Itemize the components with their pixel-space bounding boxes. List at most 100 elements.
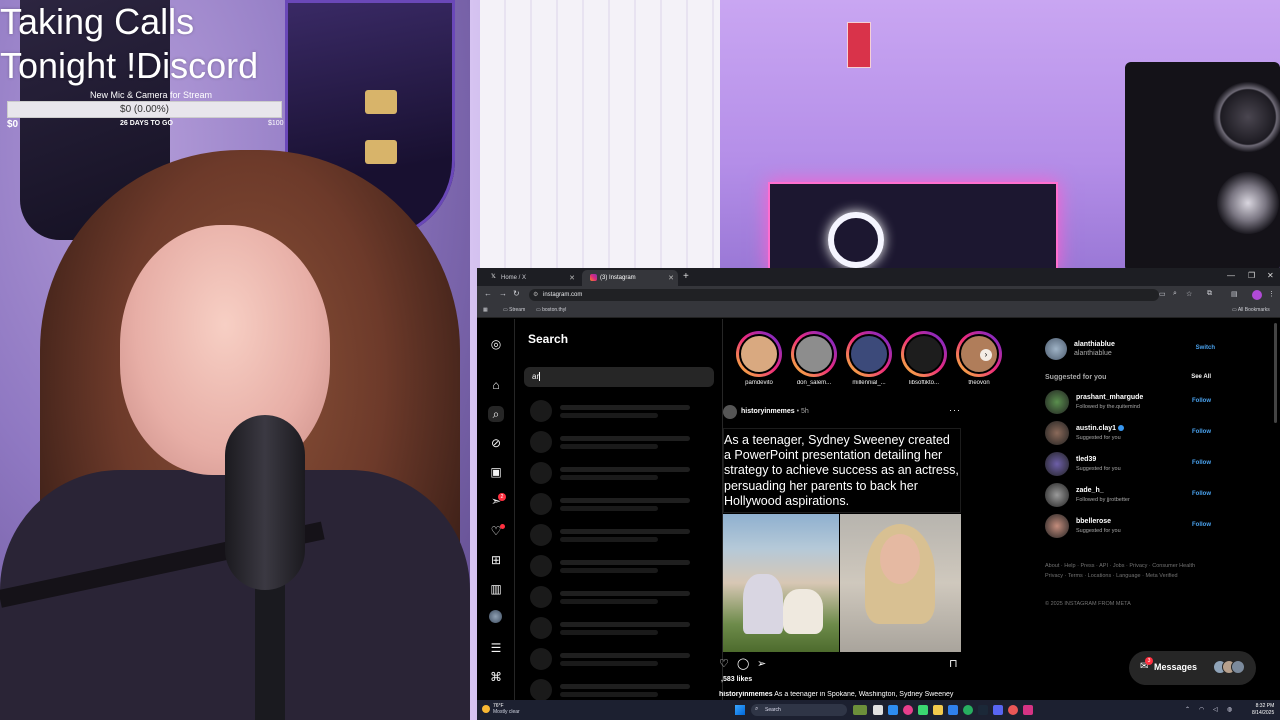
back-icon[interactable]: ← [484, 289, 492, 298]
taskbar-app-widget-icon[interactable] [853, 705, 867, 715]
follow-button[interactable]: Follow [1192, 522, 1211, 528]
story-item[interactable]: theovon [951, 331, 1002, 391]
search-query: ar [532, 372, 540, 381]
suggested-avatar[interactable] [1045, 483, 1069, 507]
tray-network-icon[interactable]: ◠ [1199, 706, 1204, 713]
post-likes[interactable]: ,583 likes [721, 676, 752, 683]
threads-icon[interactable]: ⌘ [488, 669, 504, 685]
taskbar-file-explorer-icon[interactable] [933, 705, 943, 715]
zoom-icon[interactable]: ⌕ [1173, 290, 1177, 298]
account-avatar[interactable] [1045, 338, 1067, 360]
explore-icon[interactable]: ⊘ [488, 435, 504, 451]
search-input[interactable]: ar [524, 367, 714, 387]
reload-icon[interactable]: ↻ [513, 289, 520, 298]
suggested-username[interactable]: prashant_mhargude [1076, 394, 1143, 401]
bookmark-folder-boston[interactable]: ▭ boston.thyl [536, 307, 566, 313]
menu-icon[interactable]: ☰ [488, 640, 504, 656]
taskbar-app-icon[interactable] [903, 705, 913, 715]
story-item[interactable]: pamdevito [731, 331, 782, 391]
suggested-avatar[interactable] [1045, 421, 1069, 445]
restore-icon[interactable]: ❐ [1248, 271, 1255, 280]
post-author[interactable]: historyinmemes • 5h [741, 408, 809, 415]
taskbar-task-view-icon[interactable] [873, 705, 883, 715]
follow-button[interactable]: Follow [1192, 460, 1211, 466]
see-all-link[interactable]: See All [1191, 374, 1211, 380]
taskbar-chrome-icon[interactable] [963, 705, 973, 715]
suggested-username[interactable]: austin.clay1 [1076, 425, 1125, 432]
taskbar-clock[interactable]: 8:32 PM 8/14/2025 [1252, 703, 1274, 717]
stories-next-icon[interactable]: › [980, 349, 992, 361]
apps-grid-icon[interactable]: ▦ [483, 307, 488, 313]
windows-start-icon[interactable] [735, 705, 745, 715]
post-header: historyinmemes • 5h ··· [723, 405, 961, 423]
close-window-icon[interactable]: ✕ [1267, 271, 1274, 280]
share-icon[interactable]: ➢ [757, 657, 766, 670]
suggested-username[interactable]: tled39 [1076, 456, 1096, 463]
home-icon[interactable]: ⌂ [488, 377, 504, 393]
suggested-avatar[interactable] [1045, 514, 1069, 538]
tray-app-icon[interactable]: ◍ [1227, 706, 1232, 713]
taskbar-app-icon[interactable] [948, 705, 958, 715]
forward-icon[interactable]: → [499, 289, 507, 298]
dashboard-icon[interactable]: ▥ [488, 581, 504, 597]
story-item[interactable]: don_salem... [786, 331, 837, 391]
save-post-icon[interactable]: ⊓ [949, 657, 958, 670]
tab-instagram[interactable]: (3) Instagram ✕ [582, 270, 678, 286]
profile-avatar[interactable] [1252, 290, 1262, 300]
suggested-avatar[interactable] [1045, 390, 1069, 414]
page-scrollbar[interactable] [1274, 323, 1277, 423]
follow-button[interactable]: Follow [1192, 398, 1211, 404]
bookmark-star-icon[interactable]: ☆ [1186, 290, 1192, 298]
all-bookmarks[interactable]: ▭ All Bookmarks [1232, 307, 1270, 313]
follow-button[interactable]: Follow [1192, 491, 1211, 497]
story-item[interactable]: libsoftikto... [896, 331, 947, 391]
messages-button[interactable]: ✉ 3 Messages [1129, 651, 1256, 685]
menu-kebab-icon[interactable]: ⋮ [1268, 290, 1275, 298]
create-icon[interactable]: ⊞ [488, 552, 504, 568]
sidepanel-icon[interactable]: ▤ [1231, 290, 1238, 298]
profile-icon[interactable] [489, 610, 502, 623]
messages-badge: 3 [1145, 657, 1153, 665]
weather-icon [482, 705, 490, 713]
tab-x[interactable]: 𝕏 Home / X ✕ [483, 270, 579, 286]
cast-icon[interactable]: ▭ [1159, 290, 1166, 298]
like-icon[interactable]: ♡ [719, 657, 729, 670]
taskbar-app-icon[interactable] [1023, 705, 1033, 715]
bookmark-folder-stream[interactable]: ▭ Stream [503, 307, 525, 313]
search-result-placeholder [530, 462, 710, 484]
instagram-logo-icon[interactable]: ◎ [488, 336, 504, 352]
site-info-icon[interactable]: ⚙ [533, 291, 538, 298]
url-text: instagram.com [543, 292, 583, 298]
post-author-avatar[interactable] [723, 405, 737, 419]
switch-account-button[interactable]: Switch [1196, 345, 1215, 351]
overlay-title-line1: Taking Calls [0, 1, 195, 42]
post-more-icon[interactable]: ··· [949, 405, 961, 415]
follow-button[interactable]: Follow [1192, 429, 1211, 435]
suggested-username[interactable]: bbellerose [1076, 518, 1111, 525]
taskbar-app-icon[interactable] [993, 705, 1003, 715]
suggested-reason: Suggested for you [1076, 466, 1121, 472]
footer-links[interactable]: About · Help · Press · API · Jobs · Priv… [1045, 561, 1205, 581]
tab-label: (3) Instagram [600, 275, 636, 281]
close-tab-icon[interactable]: ✕ [569, 274, 575, 282]
taskbar-search[interactable]: ⌕ Search [751, 704, 847, 716]
comment-icon[interactable]: ◯ [737, 657, 749, 670]
taskbar-edge-icon[interactable] [888, 705, 898, 715]
close-tab-icon[interactable]: ✕ [668, 274, 674, 282]
address-bar[interactable]: ⚙ instagram.com [529, 289, 1159, 301]
suggested-username[interactable]: zade_h_ [1076, 487, 1104, 494]
taskbar-obs-icon[interactable] [1008, 705, 1018, 715]
tray-chevron-icon[interactable]: ⌃ [1185, 706, 1190, 713]
suggested-avatar[interactable] [1045, 452, 1069, 476]
taskbar-app-icon[interactable] [918, 705, 928, 715]
minimize-icon[interactable]: — [1227, 271, 1235, 280]
account-username[interactable]: alanthiablue [1074, 341, 1115, 348]
search-icon[interactable]: ⌕ [488, 406, 504, 422]
new-tab-icon[interactable]: + [683, 271, 689, 282]
taskbar-steam-icon[interactable] [978, 705, 988, 715]
reels-icon[interactable]: ▣ [488, 464, 504, 480]
extensions-icon[interactable]: ⧉ [1207, 290, 1212, 298]
tray-volume-icon[interactable]: ◁ [1213, 706, 1218, 713]
story-item[interactable]: millennial_... [841, 331, 892, 391]
search-title: Search [528, 332, 569, 346]
